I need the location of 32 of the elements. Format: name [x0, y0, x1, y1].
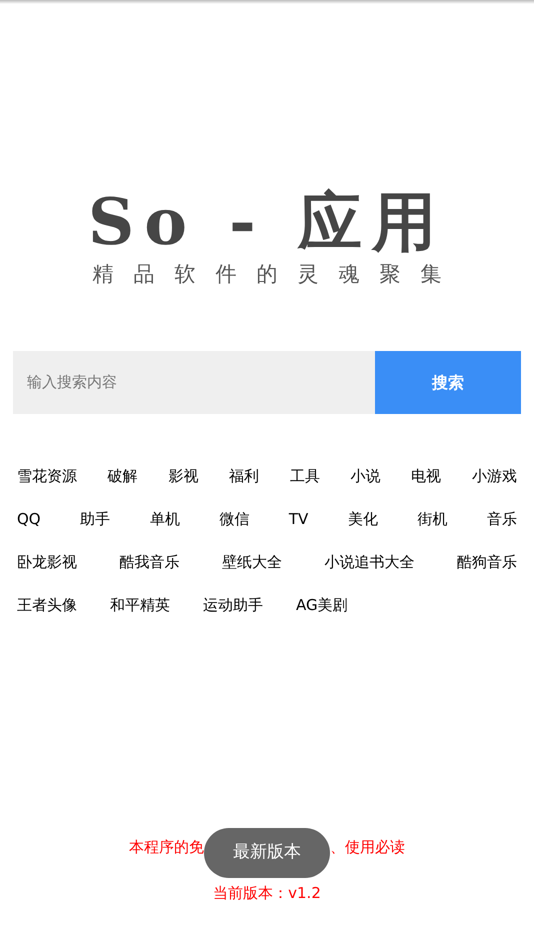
tag-link[interactable]: 小说 [350, 464, 381, 488]
tag-link[interactable]: 壁纸大全 [222, 550, 282, 574]
logo-subtitle: 精品软件的灵魂聚集 [92, 261, 462, 288]
tag-link[interactable]: 小说追书大全 [324, 550, 414, 574]
tag-link[interactable]: 美化 [348, 507, 378, 531]
notice-link[interactable]: 、使用必读 [330, 835, 405, 859]
tag-link[interactable]: 单机 [150, 507, 180, 531]
tag-link[interactable]: 酷狗音乐 [457, 550, 517, 574]
tag-link[interactable]: 电视 [411, 464, 442, 488]
tag-link[interactable]: 王者头像 [17, 593, 77, 617]
tag-link[interactable]: 雪花资源 [17, 464, 77, 488]
tag-link[interactable]: TV [288, 507, 308, 531]
tag-link[interactable]: AG美剧 [296, 593, 348, 617]
tag-link[interactable]: 运动助手 [203, 593, 263, 617]
tag-link[interactable]: 街机 [417, 507, 448, 531]
tag-link[interactable]: 音乐 [487, 507, 517, 531]
toast: 最新版本 [204, 828, 330, 878]
tag-link[interactable]: 影视 [168, 464, 198, 488]
version-text: 当前版本：v1.2 [213, 883, 321, 904]
notice-link[interactable]: 本程序的免 [129, 835, 204, 859]
tag-link[interactable]: 工具 [290, 464, 320, 488]
tag-link[interactable]: 和平精英 [110, 593, 170, 617]
tag-link[interactable]: 小游戏 [472, 464, 517, 488]
tag-link[interactable]: 微信 [219, 507, 250, 531]
tag-link[interactable]: 酷我音乐 [120, 550, 180, 574]
tag-link[interactable]: 福利 [229, 464, 260, 488]
logo-title: So - 应用 [88, 188, 446, 258]
tag-link[interactable]: 破解 [108, 464, 138, 488]
tag-link[interactable]: 助手 [80, 507, 110, 531]
tag-link[interactable]: QQ [17, 507, 41, 531]
search-field[interactable]: 输入搜索内容 [13, 351, 375, 414]
tag-link[interactable]: 卧龙影视 [17, 550, 77, 574]
